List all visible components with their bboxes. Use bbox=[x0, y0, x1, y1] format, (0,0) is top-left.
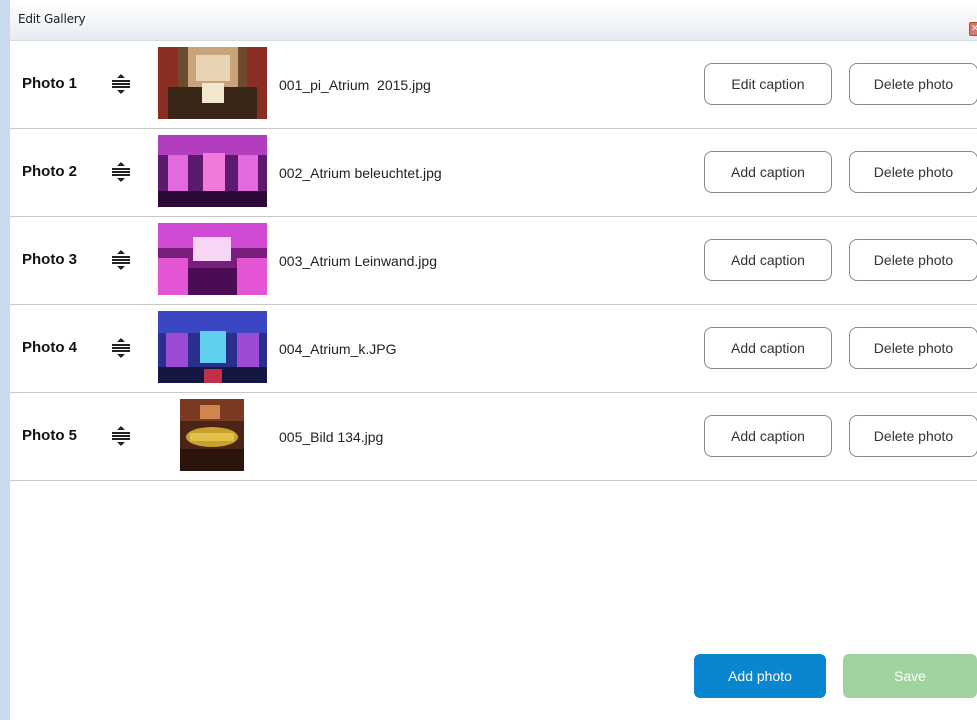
photo-filename: 001_pi_Atrium 2015.jpg bbox=[279, 77, 431, 93]
add-caption-button[interactable]: Add caption bbox=[704, 415, 832, 457]
drag-handle-icon[interactable] bbox=[111, 337, 131, 359]
photo-filename: 003_Atrium Leinwand.jpg bbox=[279, 253, 437, 269]
delete-photo-button[interactable]: Delete photo bbox=[849, 151, 977, 193]
edit-gallery-window: Edit Gallery ✕ Photo 1 001_pi_Atriu bbox=[0, 0, 977, 720]
photo-list: Photo 1 001_pi_Atrium 2015.jpg Edit capt… bbox=[10, 41, 977, 481]
edit-caption-button[interactable]: Edit caption bbox=[704, 63, 832, 105]
delete-photo-button[interactable]: Delete photo bbox=[849, 63, 977, 105]
photo-filename: 005_Bild 134.jpg bbox=[279, 429, 384, 445]
photo-row: Photo 1 001_pi_Atrium 2015.jpg Edit capt… bbox=[10, 41, 977, 129]
delete-photo-button[interactable]: Delete photo bbox=[849, 415, 977, 457]
add-caption-button[interactable]: Add caption bbox=[704, 239, 832, 281]
photo-thumbnail bbox=[158, 47, 267, 119]
drag-handle-icon[interactable] bbox=[111, 425, 131, 447]
drag-handle-icon[interactable] bbox=[111, 73, 131, 95]
photo-label: Photo 1 bbox=[22, 75, 77, 92]
photo-label: Photo 4 bbox=[22, 339, 77, 356]
add-caption-button[interactable]: Add caption bbox=[704, 151, 832, 193]
close-icon[interactable]: ✕ bbox=[969, 22, 977, 36]
delete-photo-button[interactable]: Delete photo bbox=[849, 327, 977, 369]
photo-thumbnail bbox=[158, 311, 267, 383]
photo-thumbnail bbox=[180, 399, 244, 471]
photo-row: Photo 5 005_Bild 134.jpg Add caption Del… bbox=[10, 393, 977, 481]
photo-row: Photo 3 003_Atrium Leinwand.jpg Add capt… bbox=[10, 217, 977, 305]
drag-handle-icon[interactable] bbox=[111, 161, 131, 183]
window-title: Edit Gallery bbox=[18, 12, 86, 26]
add-caption-button[interactable]: Add caption bbox=[704, 327, 832, 369]
photo-label: Photo 3 bbox=[22, 251, 77, 268]
title-bar: Edit Gallery ✕ bbox=[10, 0, 977, 41]
photo-label: Photo 2 bbox=[22, 163, 77, 180]
add-photo-button[interactable]: Add photo bbox=[694, 654, 826, 698]
delete-photo-button[interactable]: Delete photo bbox=[849, 239, 977, 281]
photo-filename: 004_Atrium_k.JPG bbox=[279, 341, 397, 357]
photo-thumbnail bbox=[158, 223, 267, 295]
photo-filename: 002_Atrium beleuchtet.jpg bbox=[279, 165, 442, 181]
photo-thumbnail bbox=[158, 135, 267, 207]
drag-handle-icon[interactable] bbox=[111, 249, 131, 271]
photo-row: Photo 4 004_Atrium_k.JPG Add caption Del… bbox=[10, 305, 977, 393]
save-button[interactable]: Save bbox=[843, 654, 977, 698]
photo-label: Photo 5 bbox=[22, 427, 77, 444]
photo-row: Photo 2 002_Atrium beleuchtet.jpg Add ca… bbox=[10, 129, 977, 217]
